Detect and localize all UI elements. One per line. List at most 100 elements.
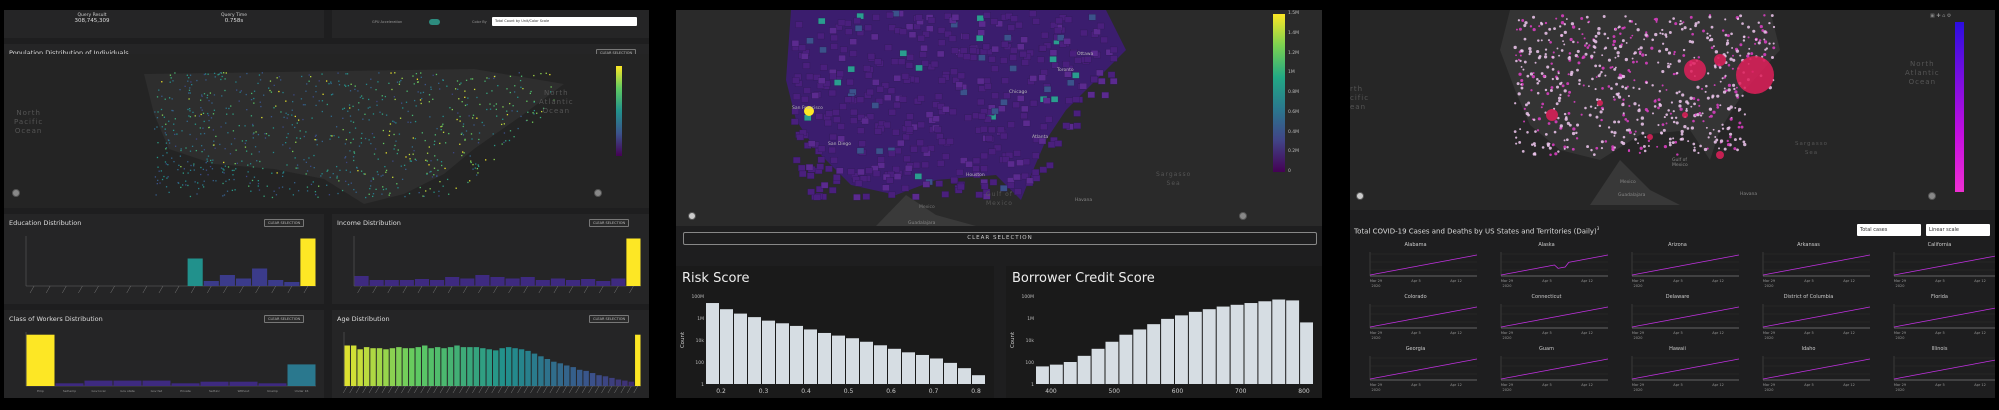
age-clear-selection-button[interactable]: CLEAR SELECTION [589, 315, 630, 323]
income-clear-selection-button[interactable]: CLEAR SELECTION [589, 219, 630, 227]
histogram-bar[interactable] [396, 347, 402, 386]
histogram-bar[interactable] [252, 268, 268, 287]
histogram-bar[interactable] [26, 334, 55, 386]
histogram-bar[interactable] [441, 348, 447, 386]
histogram-bar[interactable] [720, 309, 733, 384]
map-info-icon[interactable] [1928, 192, 1936, 200]
histogram-bar[interactable] [860, 341, 873, 384]
histogram-bar[interactable] [467, 347, 473, 386]
histogram-bar[interactable] [493, 350, 499, 386]
histogram-bar[interactable] [1147, 324, 1161, 384]
histogram-bar[interactable] [609, 377, 615, 386]
histogram-bar[interactable] [480, 348, 486, 386]
risk-score-histogram[interactable]: Count100M1M10k10010.2 0.3 0.4 0.5 0.6 0.7 0.8 [676, 288, 994, 398]
histogram-bar[interactable] [576, 369, 583, 386]
histogram-bar[interactable] [1077, 355, 1091, 384]
histogram-bar[interactable] [84, 380, 113, 386]
education-histogram[interactable] [4, 232, 324, 304]
histogram-bar[interactable] [748, 317, 761, 384]
histogram-bar[interactable] [445, 277, 460, 286]
histogram-bar[interactable] [369, 280, 384, 286]
state-sparkline-georgia[interactable]: Georgia Mar 29 Apr 5 Apr 12 2020 [1350, 346, 1481, 398]
histogram-bar[interactable] [930, 358, 943, 384]
color-by-select[interactable]: Total Count by Unit/Color Scale [492, 17, 637, 26]
histogram-bar[interactable] [287, 364, 316, 386]
scale-select[interactable]: Linear scale [1926, 224, 1990, 236]
histogram-bar[interactable] [383, 349, 389, 386]
histogram-bar[interactable] [1119, 334, 1133, 384]
histogram-bar[interactable] [421, 345, 428, 387]
histogram-bar[interactable] [916, 354, 929, 384]
histogram-bar[interactable] [219, 275, 235, 286]
histogram-bar[interactable] [596, 375, 602, 386]
histogram-bar[interactable] [430, 280, 445, 286]
map-reset-icon[interactable] [688, 212, 696, 220]
education-clear-selection-button[interactable]: CLEAR SELECTION [264, 219, 305, 227]
histogram-bar[interactable] [564, 365, 570, 386]
state-sparkline-connecticut[interactable]: Connecticut Mar 29 Apr 5 Apr 12 2020 [1481, 294, 1612, 346]
map-info-icon[interactable] [594, 189, 602, 197]
mortgage-clear-selection-button[interactable]: CLEAR SELECTION [683, 232, 1317, 245]
state-sparkline-guam[interactable]: Guam Mar 29 Apr 5 Apr 12 2020 [1481, 346, 1612, 398]
state-sparkline-idaho[interactable]: Idaho Mar 29 Apr 5 Apr 12 2020 [1743, 346, 1874, 398]
histogram-bar[interactable] [958, 368, 971, 384]
mortgage-map[interactable]: Ottawa Toronto Chicago Atlanta Houston S… [676, 10, 1322, 226]
histogram-bar[interactable] [626, 238, 641, 287]
histogram-bar[interactable] [284, 282, 300, 286]
histogram-bar[interactable] [1300, 322, 1313, 384]
histogram-bar[interactable] [399, 280, 414, 286]
state-sparkline-arkansas[interactable]: Arkansas Mar 29 Apr 5 Apr 12 2020 [1743, 242, 1874, 294]
histogram-bar[interactable] [402, 348, 409, 386]
histogram-bar[interactable] [551, 361, 557, 386]
state-sparkline-delaware[interactable]: Delaware Mar 29 Apr 5 Apr 12 2020 [1612, 294, 1743, 346]
histogram-bar[interactable] [409, 348, 415, 386]
state-sparkline-hawaii[interactable]: Hawaii Mar 29 Apr 5 Apr 12 2020 [1612, 346, 1743, 398]
histogram-bar[interactable] [389, 348, 396, 386]
histogram-bar[interactable] [1105, 341, 1119, 384]
histogram-bar[interactable] [1188, 311, 1202, 384]
histogram-bar[interactable] [557, 363, 564, 386]
histogram-bar[interactable] [1049, 364, 1063, 384]
map-reset-icon[interactable] [1356, 192, 1364, 200]
histogram-bar[interactable] [622, 380, 628, 386]
histogram-bar[interactable] [596, 281, 611, 286]
histogram-bar[interactable] [520, 277, 535, 286]
histogram-bar[interactable] [499, 348, 505, 386]
histogram-bar[interactable] [200, 381, 229, 386]
histogram-bar[interactable] [525, 350, 531, 386]
histogram-bar[interactable] [615, 379, 622, 386]
histogram-bar[interactable] [1175, 315, 1188, 384]
histogram-bar[interactable] [350, 345, 357, 387]
histogram-bar[interactable] [447, 347, 454, 386]
map-info-icon[interactable] [1239, 212, 1247, 220]
histogram-bar[interactable] [518, 349, 525, 386]
histogram-bar[interactable] [1161, 318, 1174, 384]
histogram-bar[interactable] [203, 281, 219, 286]
histogram-bar[interactable] [635, 334, 641, 386]
histogram-bar[interactable] [454, 345, 460, 387]
histogram-bar[interactable] [874, 345, 887, 384]
histogram-bar[interactable] [565, 280, 581, 286]
histogram-bar[interactable] [414, 279, 430, 286]
histogram-bar[interactable] [357, 349, 363, 386]
histogram-bar[interactable] [344, 345, 350, 387]
histogram-bar[interactable] [142, 380, 171, 386]
histogram-bar[interactable] [538, 356, 544, 386]
histogram-bar[interactable] [1286, 300, 1300, 384]
histogram-bar[interactable] [1216, 306, 1230, 384]
state-sparkline-california[interactable]: California Mar 29 Apr 5 Apr 12 2020 [1874, 242, 1995, 294]
histogram-bar[interactable] [581, 279, 596, 286]
histogram-bar[interactable] [486, 349, 492, 386]
histogram-bar[interactable] [944, 362, 957, 384]
histogram-bar[interactable] [611, 278, 626, 287]
histogram-bar[interactable] [1063, 362, 1077, 384]
histogram-bar[interactable] [363, 347, 370, 386]
income-histogram[interactable] [332, 232, 649, 304]
cases-select[interactable]: Total cases [1857, 224, 1921, 236]
histogram-bar[interactable] [776, 323, 789, 384]
histogram-bar[interactable] [1202, 309, 1216, 384]
histogram-bar[interactable] [1272, 299, 1286, 384]
histogram-bar[interactable] [583, 370, 589, 386]
histogram-bar[interactable] [1244, 303, 1258, 384]
histogram-bar[interactable] [428, 348, 434, 386]
